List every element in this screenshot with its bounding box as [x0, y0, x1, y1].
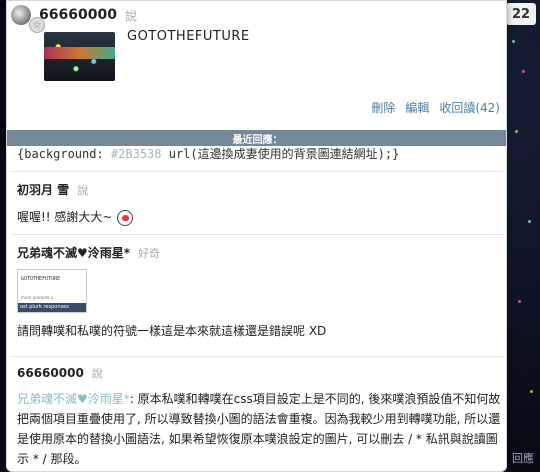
response-item: 初羽月 雪 說 喔喔!! 感謝大大~: [17, 181, 501, 227]
recent-responses-bar: 最近回應：: [7, 130, 506, 146]
code-suffix: url(這邊換成妻使用的背景圖連結網址);}: [161, 147, 400, 161]
edit-button[interactable]: 編輯: [405, 99, 429, 116]
plus-icon: +: [0, 119, 6, 134]
response-author[interactable]: 兄弟魂不滅♥泠雨星*: [17, 244, 130, 261]
plurk-thumbnail[interactable]: [44, 32, 115, 81]
star-decoration: [518, 300, 521, 303]
thumbnail-banner: [44, 47, 115, 59]
response-image-subtitle: mute promote o: [21, 295, 54, 300]
code-prefix: {background:: [17, 147, 111, 161]
response-image-title: GOTOTHEFUTURE: [21, 276, 61, 282]
response-text: 請問轉噗和私噗的符號一樣這是本來就這樣還是錯誤呢 XD: [17, 324, 327, 338]
star-decoration: [528, 220, 531, 223]
response-text: 喔喔!! 感謝大大~: [17, 207, 501, 227]
respond-link[interactable]: 回應: [512, 450, 534, 466]
heart-emoticon-icon: [116, 209, 133, 226]
mark-unread-button[interactable]: 收回讀(42): [439, 99, 500, 116]
star-icon[interactable]: ☆: [29, 17, 45, 33]
star-decoration: [530, 390, 533, 393]
owner-name[interactable]: 66660000: [39, 7, 117, 23]
notification-count-badge[interactable]: 22: [506, 3, 536, 25]
response-text-content: 喔喔!! 感謝大大~: [17, 210, 113, 224]
response-text: 兄弟魂不滅♥泠雨星*: 原本私噗和轉噗在css項目設定上是不同的, 後來噗浪預設…: [17, 389, 501, 469]
response-author[interactable]: 初羽月 雪: [17, 181, 69, 198]
avatar[interactable]: [11, 5, 31, 25]
divider: [11, 356, 503, 357]
star-decoration: [512, 40, 515, 43]
code-color-value: #2B3538: [110, 147, 162, 161]
divider: [11, 234, 503, 235]
plurk-verb: 說: [124, 8, 137, 23]
code-snippet: {background: #2B3538 url(這邊換成妻使用的背景圖連結網址…: [17, 145, 399, 162]
star-decoration: [522, 70, 525, 73]
response-verb: 說: [77, 184, 89, 197]
response-item: 66660000 說 兄弟魂不滅♥泠雨星*: 原本私噗和轉噗在css項目設定上是…: [17, 365, 501, 469]
response-verb: 說: [91, 367, 103, 380]
delete-button[interactable]: 刪除: [371, 99, 395, 116]
quoted-user-link[interactable]: 兄弟魂不滅♥泠雨星*: [17, 392, 130, 406]
response-item: 兄弟魂不滅♥泠雨星* 好奇 GOTOTHEFUTURE mute promote…: [17, 244, 501, 341]
plurk-content: GOTOTHEFUTURE: [127, 29, 250, 44]
response-image[interactable]: GOTOTHEFUTURE mute promote o ost plurk r…: [17, 269, 87, 313]
response-image-strip: ost plurk responses: [18, 303, 86, 312]
plurk-popup: 66660000 說 ☆ GOTOTHEFUTURE 刪除 編輯 收回讀(42)…: [6, 0, 507, 472]
star-decoration: [515, 130, 518, 133]
divider: [11, 171, 503, 172]
plurk-actions: 刪除 編輯 收回讀(42): [371, 99, 500, 116]
response-verb: 好奇: [138, 247, 161, 260]
response-author[interactable]: 66660000: [17, 366, 84, 380]
